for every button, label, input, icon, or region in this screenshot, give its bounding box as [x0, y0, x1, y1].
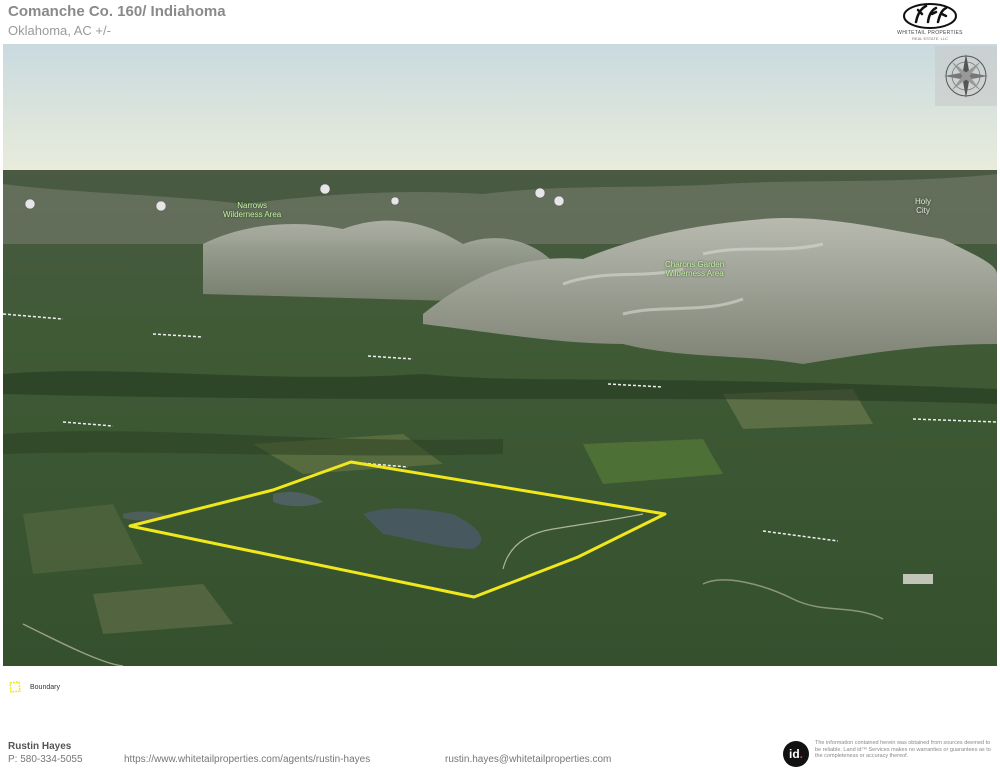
aerial-map[interactable]: Narrows Wilderness Area Charons Garden W…: [3, 44, 997, 666]
map-label-holy-city: Holy City: [915, 197, 932, 215]
deer-antler-logo-icon: [903, 3, 957, 29]
terrain-view: [3, 44, 997, 666]
compass-rose-icon: [944, 54, 988, 98]
map-label-wilderness-left: Narrows Wilderness Area: [223, 201, 282, 219]
boundary-swatch-icon: [9, 681, 21, 693]
legend-boundary-label: Boundary: [30, 683, 60, 691]
land-id-logo: id.: [783, 741, 809, 767]
agent-email-link[interactable]: rustin.hayes@whitetailproperties.com: [445, 754, 611, 765]
structure: [903, 574, 933, 584]
page-title: Comanche Co. 160/ Indiahoma: [8, 3, 226, 20]
map-label-charons-garden: Charons Garden Wilderness Area: [665, 260, 725, 278]
agent-name: Rustin Hayes: [8, 741, 72, 752]
legend: Boundary: [8, 680, 60, 694]
page-subtitle: Oklahoma, AC +/-: [8, 23, 111, 38]
agent-url-link[interactable]: https://www.whitetailproperties.com/agen…: [124, 754, 370, 765]
compass-rose-button[interactable]: [935, 46, 997, 106]
logo-subtext: REAL ESTATE, LLC: [912, 36, 948, 41]
disclaimer-text: The information contained herein was obt…: [815, 740, 991, 759]
agent-phone: P: 580-334-5055: [8, 754, 83, 765]
sky: [3, 44, 997, 172]
company-logo: WHITETAIL PROPERTIES REAL ESTATE, LLC: [888, 2, 972, 44]
